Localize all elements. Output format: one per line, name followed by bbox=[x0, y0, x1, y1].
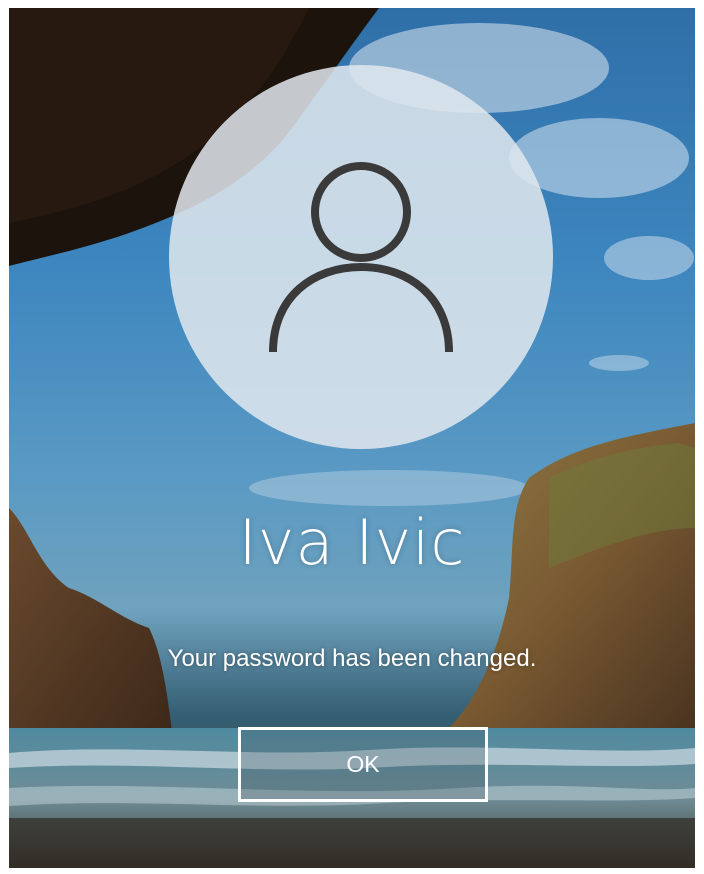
lock-screen: Iva Ivic Your password has been changed.… bbox=[9, 8, 695, 868]
user-silhouette-icon bbox=[269, 162, 453, 353]
user-avatar bbox=[169, 65, 553, 449]
status-message: Your password has been changed. bbox=[167, 645, 537, 672]
user-name: Iva Ivic bbox=[238, 506, 466, 579]
ok-button[interactable]: OK bbox=[238, 727, 488, 802]
